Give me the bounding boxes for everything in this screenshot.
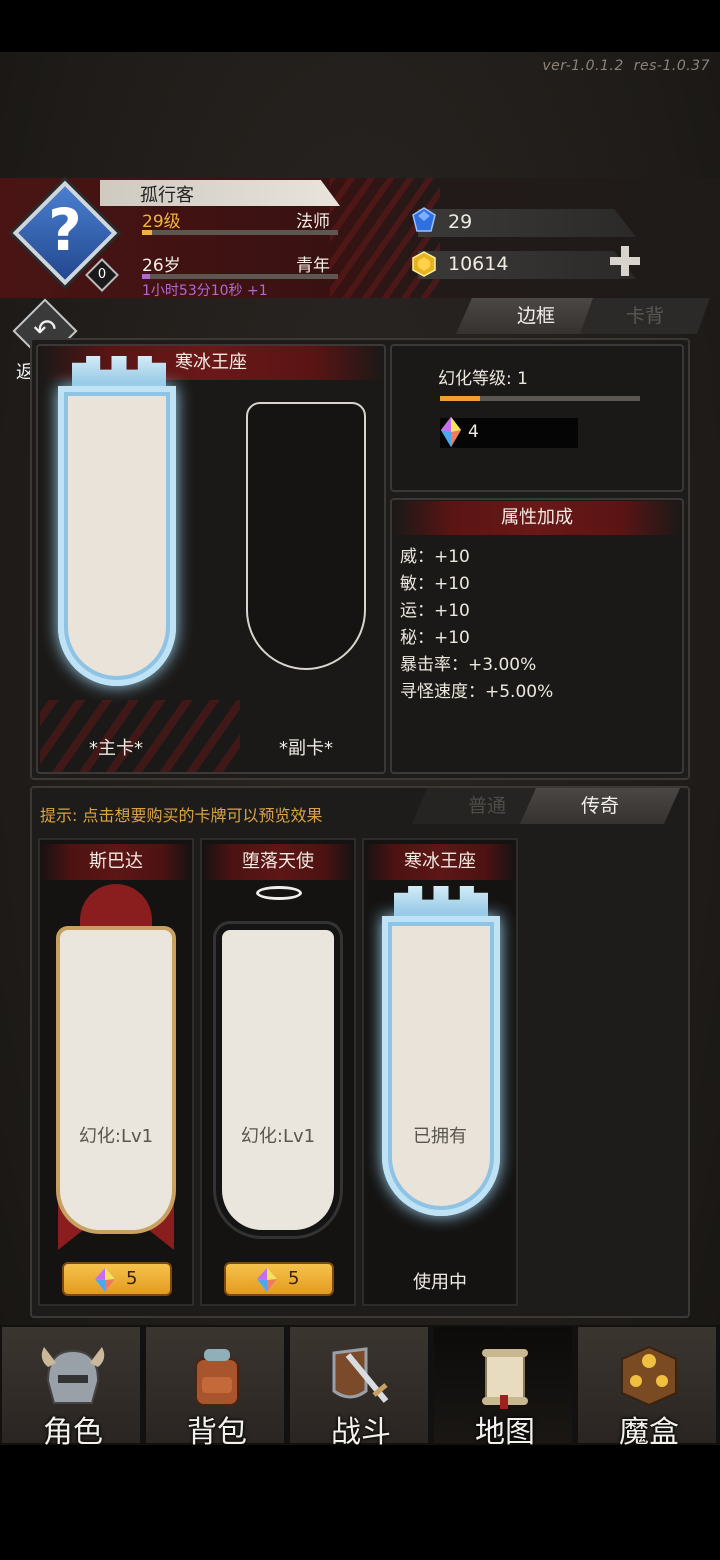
version-resource: res-1.0.37 — [633, 58, 710, 74]
tab-legendary[interactable]: 传奇 — [520, 788, 680, 824]
attr-line: 威：+10 — [400, 547, 470, 567]
backpack-icon — [195, 1349, 239, 1406]
system-nav-area — [0, 1445, 720, 1560]
ice-crown-top — [394, 886, 488, 920]
sub-card-label: *副卡* — [279, 738, 333, 759]
buy-fallen-angel-button[interactable]: 5 — [224, 1262, 334, 1296]
nav-battle[interactable]: 战斗 — [288, 1325, 430, 1450]
version-client: ver-1.0.1.2 — [542, 58, 624, 74]
player-age: 26岁 — [142, 256, 181, 276]
gold-count: 10614 — [448, 253, 509, 275]
bottom-nav: 角色 背包 战斗 地图 魔盒 — [0, 1325, 720, 1450]
frozen-throne-frame — [382, 916, 500, 1216]
shop-card-sparta[interactable]: 斯巴达 幻化:Lv1 5 — [38, 838, 194, 1306]
illusion-progress-fill — [440, 396, 480, 401]
shop-card-frozen-throne[interactable]: 寒冰王座 已拥有 使用中 — [362, 838, 518, 1306]
attr-line: 暴击率：+3.00% — [400, 655, 537, 675]
buy-sparta-button[interactable]: 5 — [62, 1262, 172, 1296]
rainbow-crystal-icon — [441, 417, 461, 447]
age-progress-bar — [142, 274, 338, 279]
spartan-crest — [80, 884, 152, 932]
level-progress-bar — [142, 230, 338, 235]
helmet-icon — [41, 1347, 105, 1404]
nav-backpack[interactable]: 背包 — [144, 1325, 286, 1450]
sparta-frame — [60, 930, 172, 1230]
nav-magic-box[interactable]: 魔盒 — [576, 1325, 718, 1450]
crystal-count: 4 — [468, 422, 479, 442]
level-progress-fill — [142, 230, 152, 235]
illusion-progress-bar — [440, 396, 640, 401]
header-stripes — [330, 178, 440, 298]
attr-line: 运：+10 — [400, 601, 470, 621]
card-caption: 幻化:Lv1 — [78, 1126, 154, 1147]
rainbow-crystal-icon — [95, 1268, 115, 1292]
in-use-status: 使用中 — [413, 1272, 467, 1293]
halo-icon — [256, 886, 302, 900]
main-card-label: *主卡* — [89, 738, 143, 759]
gold-coin-icon — [412, 251, 436, 277]
magic-box-icon — [621, 1345, 677, 1407]
price: 5 — [126, 1268, 138, 1289]
avatar-badge-value: 0 — [97, 267, 107, 282]
card-caption: 已拥有 — [413, 1126, 467, 1147]
shop-hint: 提示: 点击想要购买的卡牌可以预览效果 — [40, 806, 323, 825]
nav-map[interactable]: 地图 — [432, 1325, 574, 1450]
player-level: 29级 — [142, 212, 181, 232]
attr-line: 寻怪速度：+5.00% — [400, 682, 554, 702]
card-title: 寒冰王座 — [364, 844, 516, 880]
version-info: ver-1.0.1.2 res-1.0.37 — [532, 58, 710, 74]
attr-line: 敏：+10 — [400, 574, 470, 594]
attr-line: 秘：+10 — [400, 628, 470, 648]
sword-shield-icon — [332, 1347, 389, 1403]
card-title: 斯巴达 — [40, 844, 192, 880]
age-timer: 1小时53分10秒 +1 — [142, 283, 268, 299]
player-class: 法师 — [296, 212, 330, 232]
age-progress-fill — [142, 274, 150, 279]
question-mark-icon: ? — [48, 196, 82, 264]
app-screen: { "version": { "ver": "ver-1.0.1.2", "re… — [0, 0, 720, 1560]
price: 5 — [288, 1268, 300, 1289]
illusion-level-label: 幻化等级: 1 — [438, 369, 528, 389]
attributes-title: 属性加成 — [394, 501, 680, 535]
add-currency-plus-icon[interactable] — [608, 244, 642, 278]
name-plate — [100, 180, 340, 206]
status-bar — [0, 0, 720, 52]
nav-role[interactable]: 角色 — [0, 1325, 142, 1450]
main-card-ice-frame[interactable] — [58, 386, 176, 686]
player-stage: 青年 — [296, 256, 330, 276]
shop-card-fallen-angel[interactable]: 堕落天使 幻化:Lv1 5 — [200, 838, 356, 1306]
rainbow-crystal-icon — [257, 1268, 277, 1292]
card-caption: 幻化:Lv1 — [240, 1126, 316, 1147]
scroll-map-icon — [482, 1349, 528, 1409]
gems-count: 29 — [448, 211, 473, 233]
tab-card-back[interactable]: 卡背 — [580, 298, 710, 334]
sub-card-slot[interactable] — [246, 402, 366, 670]
card-title: 堕落天使 — [202, 844, 354, 880]
player-name: 孤行客 — [140, 185, 194, 206]
fallen-angel-frame — [222, 930, 334, 1230]
blue-gem-icon — [412, 207, 436, 232]
